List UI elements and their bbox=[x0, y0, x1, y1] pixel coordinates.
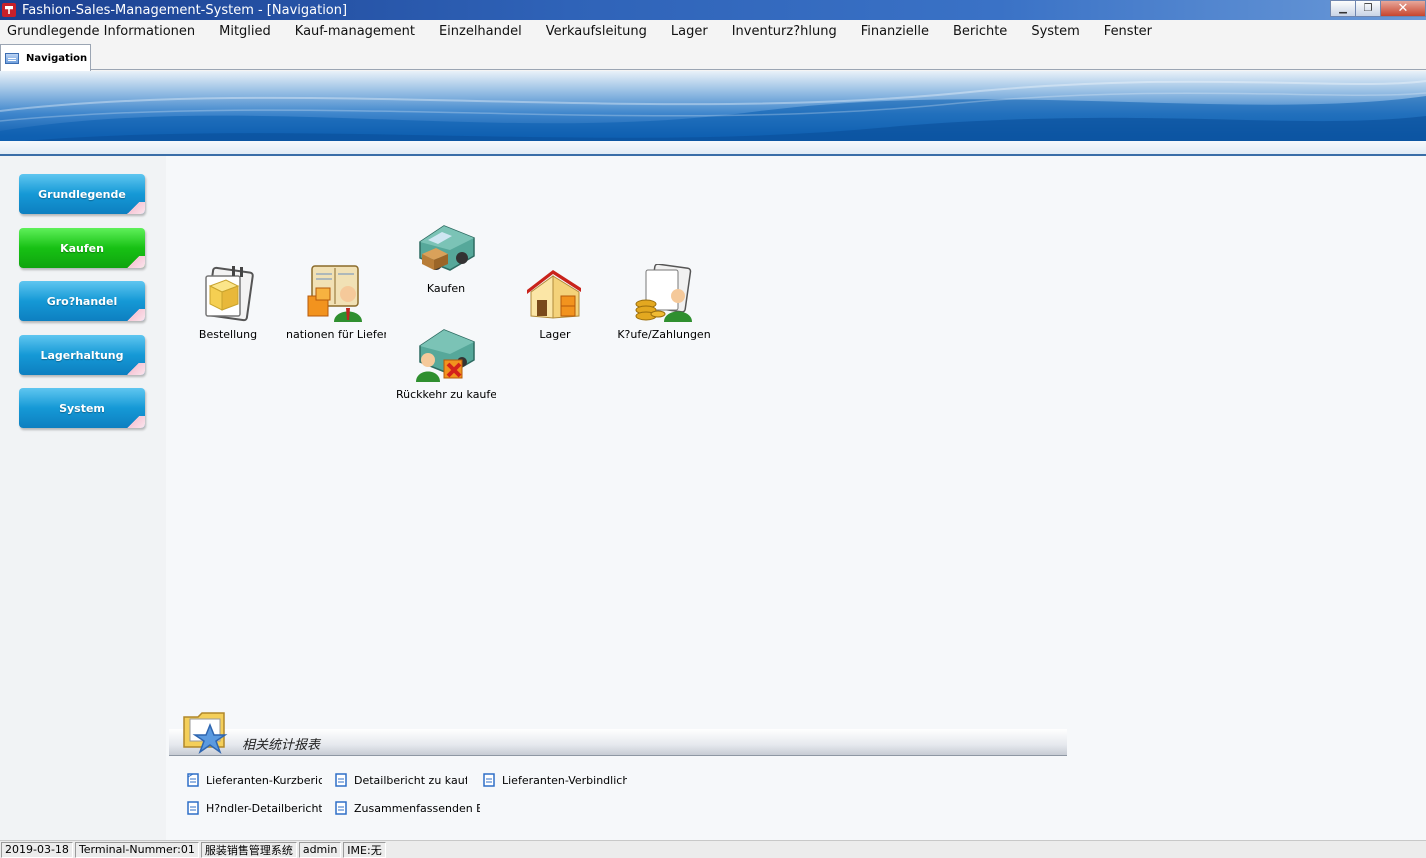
tab-navigation[interactable]: Navigation bbox=[0, 44, 91, 71]
status-user: admin bbox=[298, 841, 342, 858]
supplier-book-icon bbox=[307, 265, 362, 322]
function-kaeufe-zahlungen[interactable]: K?ufe/Zahlungen bbox=[609, 264, 719, 341]
function-label: Bestellung bbox=[198, 328, 258, 341]
tab-strip: Navigation bbox=[0, 42, 1426, 71]
status-bar: 2019-03-18 Terminal-Nummer:01 服装销售管理系统 a… bbox=[0, 840, 1426, 858]
sidebar-item-label: Kaufen bbox=[60, 241, 104, 255]
report-folder-icon bbox=[183, 712, 228, 754]
report-doc-icon bbox=[335, 773, 347, 787]
purchase-return-icon bbox=[416, 329, 475, 382]
payment-coins-icon bbox=[635, 264, 692, 322]
menu-system[interactable]: System bbox=[1019, 24, 1091, 39]
status-terminal: Terminal-Nummer:01 bbox=[74, 841, 199, 858]
menu-fenster[interactable]: Fenster bbox=[1092, 24, 1164, 39]
sidebar-item-system[interactable]: System bbox=[19, 388, 145, 428]
menu-mitglied[interactable]: Mitglied bbox=[207, 24, 283, 39]
menu-berichte[interactable]: Berichte bbox=[941, 24, 1019, 39]
report-link-haendler-detailbericht[interactable]: H?ndler-Detailbericht bbox=[187, 801, 322, 815]
report-doc-icon bbox=[187, 773, 199, 787]
banner-separator bbox=[0, 141, 1426, 156]
window-title: Fashion-Sales-Management-System - [Navig… bbox=[22, 2, 348, 18]
function-label: Lager bbox=[539, 328, 571, 341]
function-label: nationen für Liefer bbox=[286, 328, 386, 341]
report-link-label: Lieferanten-Verbindlichkeit bbox=[502, 773, 627, 787]
report-link-zusammenfassender-bericht[interactable]: Zusammenfassenden Beric bbox=[335, 801, 480, 815]
sidebar-item-label: System bbox=[59, 401, 105, 415]
menu-bar: Grundlegende Informationen Mitglied Kauf… bbox=[0, 20, 1426, 42]
function-lager[interactable]: Lager bbox=[500, 264, 610, 341]
menu-finanzielle[interactable]: Finanzielle bbox=[849, 24, 941, 39]
status-system-name: 服装销售管理系统 bbox=[200, 841, 297, 858]
sidebar-item-kaufen[interactable]: Kaufen bbox=[19, 228, 145, 268]
sidebar-item-label: Lagerhaltung bbox=[40, 348, 124, 362]
report-link-lieferanten-verbindlichkeit[interactable]: Lieferanten-Verbindlichkeit bbox=[483, 773, 627, 787]
function-rueckkehr-zu-kaufen[interactable]: Rückkehr zu kaufer bbox=[391, 324, 501, 401]
function-label: Kaufen bbox=[426, 282, 466, 295]
minimize-button[interactable]: ▁ bbox=[1330, 0, 1356, 17]
sidebar-item-lagerhaltung[interactable]: Lagerhaltung bbox=[19, 335, 145, 375]
report-doc-icon bbox=[187, 801, 199, 815]
report-link-label: Lieferanten-Kurzbericht bbox=[206, 773, 322, 787]
order-clipboard-icon bbox=[205, 266, 254, 322]
report-link-label: Zusammenfassenden Beric bbox=[354, 801, 480, 815]
sidebar-item-label: Grundlegende bbox=[38, 187, 126, 201]
tab-label: Navigation bbox=[26, 52, 88, 64]
status-ime: IME:无 bbox=[343, 841, 386, 858]
menu-einzelhandel[interactable]: Einzelhandel bbox=[427, 24, 534, 39]
report-section-title: 相关统计报表 bbox=[242, 738, 321, 753]
menu-verkaufsleitung[interactable]: Verkaufsleitung bbox=[534, 24, 659, 39]
close-button[interactable]: ✕ bbox=[1380, 0, 1426, 17]
function-label: Rückkehr zu kaufer bbox=[396, 388, 496, 401]
sidebar: Grundlegende Kaufen Gro?handel Lagerhalt… bbox=[0, 156, 166, 840]
sidebar-item-grosshandel[interactable]: Gro?handel bbox=[19, 281, 145, 321]
app-icon bbox=[2, 3, 16, 17]
report-link-detailbericht-zu-kaufen[interactable]: Detailbericht zu kaufen bbox=[335, 773, 467, 787]
report-link-label: Detailbericht zu kaufen bbox=[354, 773, 467, 787]
report-doc-icon bbox=[483, 773, 495, 787]
menu-grundlegende-informationen[interactable]: Grundlegende Informationen bbox=[0, 24, 207, 39]
window-list-icon bbox=[5, 52, 19, 64]
window-controls: ▁ ❐ ✕ bbox=[1330, 0, 1426, 18]
maximize-button[interactable]: ❐ bbox=[1355, 0, 1381, 17]
warehouse-house-icon bbox=[527, 270, 581, 319]
function-label: K?ufe/Zahlungen bbox=[617, 328, 711, 341]
report-doc-icon bbox=[335, 801, 347, 815]
sidebar-item-label: Gro?handel bbox=[46, 294, 118, 308]
report-link-label: H?ndler-Detailbericht bbox=[206, 801, 322, 815]
function-kaufen[interactable]: Kaufen bbox=[391, 218, 501, 295]
sidebar-item-grundlegende[interactable]: Grundlegende bbox=[19, 174, 145, 214]
menu-inventurzahlung[interactable]: Inventurz?hlung bbox=[720, 24, 849, 39]
function-lieferanten-informationen[interactable]: nationen für Liefer bbox=[281, 264, 391, 341]
function-bestellung[interactable]: Bestellung bbox=[173, 264, 283, 341]
title-bar: Fashion-Sales-Management-System - [Navig… bbox=[0, 0, 1426, 20]
status-date: 2019-03-18 bbox=[1, 841, 73, 858]
purchase-truck-icon bbox=[419, 225, 475, 271]
menu-lager[interactable]: Lager bbox=[659, 24, 720, 39]
report-link-lieferanten-kurzbericht[interactable]: Lieferanten-Kurzbericht bbox=[187, 773, 322, 787]
menu-kauf-management[interactable]: Kauf-management bbox=[283, 24, 427, 39]
